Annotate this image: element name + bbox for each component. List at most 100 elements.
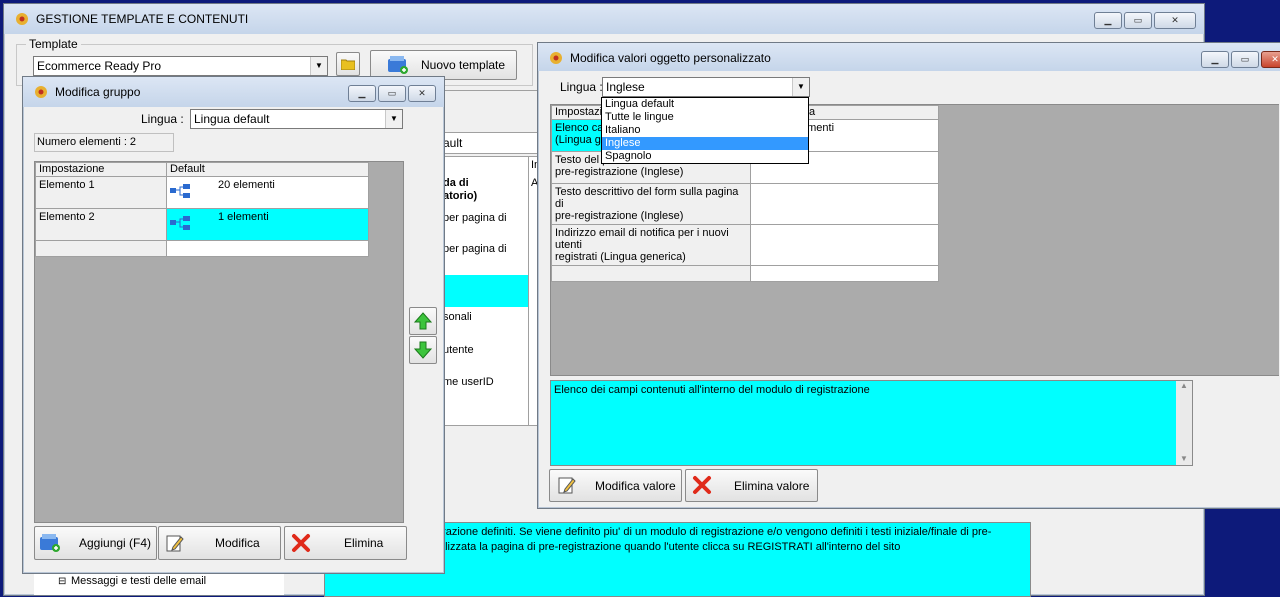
- table-row[interactable]: Testo descrittivo del form sulla pagina …: [551, 183, 939, 225]
- delete-button[interactable]: Elimina: [284, 526, 407, 560]
- background-grid: Im da di atorio) per pagina di per pagin…: [440, 156, 544, 426]
- maximize-button[interactable]: ▭: [378, 85, 406, 102]
- group-language-value: Lingua default: [194, 112, 270, 126]
- add-template-icon: [40, 534, 60, 552]
- table-row-empty: [551, 265, 939, 282]
- group-titlebar: Modifica gruppo ▁ ▭ ✕: [23, 77, 444, 107]
- chevron-down-icon[interactable]: ▼: [385, 110, 402, 128]
- row-value[interactable]: [750, 224, 939, 266]
- background-combo[interactable]: ault: [440, 132, 542, 154]
- row-name[interactable]: Indirizzo email di notifica per i nuovi …: [551, 224, 751, 266]
- background-combo-text: ault: [443, 136, 463, 150]
- custom-language-value: Inglese: [606, 80, 645, 94]
- dropdown-option-selected[interactable]: Inglese: [602, 137, 808, 150]
- maximize-button[interactable]: ▭: [1231, 51, 1259, 68]
- row-value: 1 elementi: [218, 211, 269, 223]
- group-window-title: Modifica gruppo: [55, 85, 141, 99]
- main-window-title: GESTIONE TEMPLATE E CONTENUTI: [36, 12, 249, 26]
- table-row-empty: [35, 240, 369, 257]
- column-header: Impostazione: [35, 162, 167, 177]
- language-dropdown-list[interactable]: Lingua default Tutte le lingue Italiano …: [601, 97, 809, 164]
- main-description-line2: alizzata la pagina di pre-registrazione …: [439, 541, 901, 553]
- template-group-label: Template: [26, 37, 81, 51]
- row-name-line1: Testo descrittivo del form sulla pagina …: [555, 186, 739, 210]
- new-template-label: Nuovo template: [421, 58, 506, 72]
- custom-language-label: Lingua :: [560, 80, 603, 94]
- dropdown-option[interactable]: Italiano: [602, 124, 808, 137]
- row-name-line2: registrati (Lingua generica): [555, 251, 686, 263]
- dropdown-option[interactable]: Tutte le lingue: [602, 111, 808, 124]
- row-value[interactable]: [750, 183, 939, 225]
- app-icon: [35, 86, 47, 98]
- custom-window: Modifica valori oggetto personalizzato ▁…: [537, 42, 1280, 509]
- background-text: per pagina di: [443, 243, 507, 255]
- maximize-button[interactable]: ▭: [1124, 12, 1152, 29]
- chevron-down-icon[interactable]: ▼: [792, 78, 809, 96]
- dropdown-option[interactable]: Spagnolo: [602, 150, 808, 163]
- close-button[interactable]: ✕: [1154, 12, 1196, 29]
- minimize-button[interactable]: ▁: [1094, 12, 1122, 29]
- delete-value-button[interactable]: Elimina valore: [685, 469, 818, 502]
- arrow-up-icon: [413, 312, 433, 330]
- table-row[interactable]: Indirizzo email di notifica per i nuovi …: [551, 224, 939, 266]
- column-header: Default: [166, 162, 369, 177]
- scroll-up-icon[interactable]: ▲: [1176, 381, 1192, 390]
- move-down-button[interactable]: [409, 336, 437, 364]
- custom-language-combo[interactable]: Inglese ▼: [602, 77, 810, 97]
- minimize-button[interactable]: ▁: [1201, 51, 1229, 68]
- table-row[interactable]: Elemento 1 20 elementi: [35, 176, 369, 209]
- row-value-cell[interactable]: 20 elementi: [166, 176, 369, 209]
- custom-description-text: Elenco dei campi contenuti all'interno d…: [554, 384, 870, 396]
- pencil-icon: [558, 477, 576, 494]
- description-scrollbar[interactable]: ▲ ▼: [1176, 381, 1192, 465]
- edit-value-label: Modifica valore: [595, 478, 676, 493]
- edit-button[interactable]: Modifica: [158, 526, 281, 560]
- delete-x-icon: [693, 476, 711, 494]
- scroll-down-icon[interactable]: ▼: [1176, 454, 1192, 463]
- edit-button-label: Modifica: [215, 536, 260, 550]
- app-icon: [550, 52, 562, 64]
- add-button-label: Aggiungi (F4): [79, 536, 152, 550]
- element-count-label: Numero elementi : 2: [37, 136, 137, 148]
- background-text: utente: [443, 344, 474, 356]
- background-text: sonali: [443, 311, 472, 323]
- row-name: Elemento 1: [35, 176, 167, 209]
- arrow-down-icon: [413, 341, 433, 359]
- move-up-button[interactable]: [409, 307, 437, 335]
- delete-x-icon: [292, 534, 310, 552]
- custom-description[interactable]: Elenco dei campi contenuti all'interno d…: [550, 380, 1193, 466]
- add-template-icon: [388, 56, 408, 74]
- custom-window-title: Modifica valori oggetto personalizzato: [570, 51, 771, 65]
- row-value: 20 elementi: [218, 179, 275, 191]
- template-combo-value: Ecommerce Ready Pro: [37, 59, 162, 73]
- background-text: per pagina di: [443, 212, 507, 224]
- row-name-line1: Elenco ca: [555, 122, 604, 134]
- open-folder-button[interactable]: [336, 52, 360, 76]
- row-name-line2: pre-registrazione (Inglese): [555, 210, 684, 222]
- group-language-label: Lingua :: [141, 112, 184, 126]
- row-value-cell[interactable]: 1 elementi: [166, 208, 369, 241]
- chevron-down-icon[interactable]: ▼: [310, 57, 327, 75]
- tree-expander-icon[interactable]: ⊟: [58, 576, 66, 587]
- group-window: Modifica gruppo ▁ ▭ ✕ Lingua : Lingua de…: [22, 76, 445, 574]
- tree-panel: ⊟ Messaggi e testi delle email: [34, 574, 284, 595]
- close-button[interactable]: ✕: [1261, 51, 1280, 68]
- close-button[interactable]: ✕: [408, 85, 436, 102]
- row-name[interactable]: Testo descrittivo del form sulla pagina …: [551, 183, 751, 225]
- background-text: me userID: [443, 376, 494, 388]
- group-language-combo[interactable]: Lingua default ▼: [190, 109, 403, 129]
- template-combo[interactable]: Ecommerce Ready Pro ▼: [33, 56, 328, 76]
- main-titlebar: GESTIONE TEMPLATE E CONTENUTI ▁ ▭ ✕: [4, 4, 1204, 34]
- add-button[interactable]: Aggiungi (F4): [34, 526, 157, 560]
- background-text: da di: [443, 177, 469, 189]
- dropdown-option[interactable]: Lingua default: [602, 98, 808, 111]
- row-name-line2: (Lingua ge: [555, 134, 607, 146]
- edit-value-button[interactable]: Modifica valore: [549, 469, 682, 502]
- delete-value-label: Elimina valore: [734, 478, 810, 493]
- background-cyan-row: [441, 275, 528, 307]
- group-table: Impostazione Default Elemento 1 20 eleme…: [35, 162, 369, 257]
- table-row[interactable]: Elemento 2 1 elementi: [35, 208, 369, 241]
- tree-item[interactable]: Messaggi e testi delle email: [71, 575, 206, 587]
- minimize-button[interactable]: ▁: [348, 85, 376, 102]
- main-description-line1: trazione definiti. Se viene definito piu…: [439, 526, 992, 538]
